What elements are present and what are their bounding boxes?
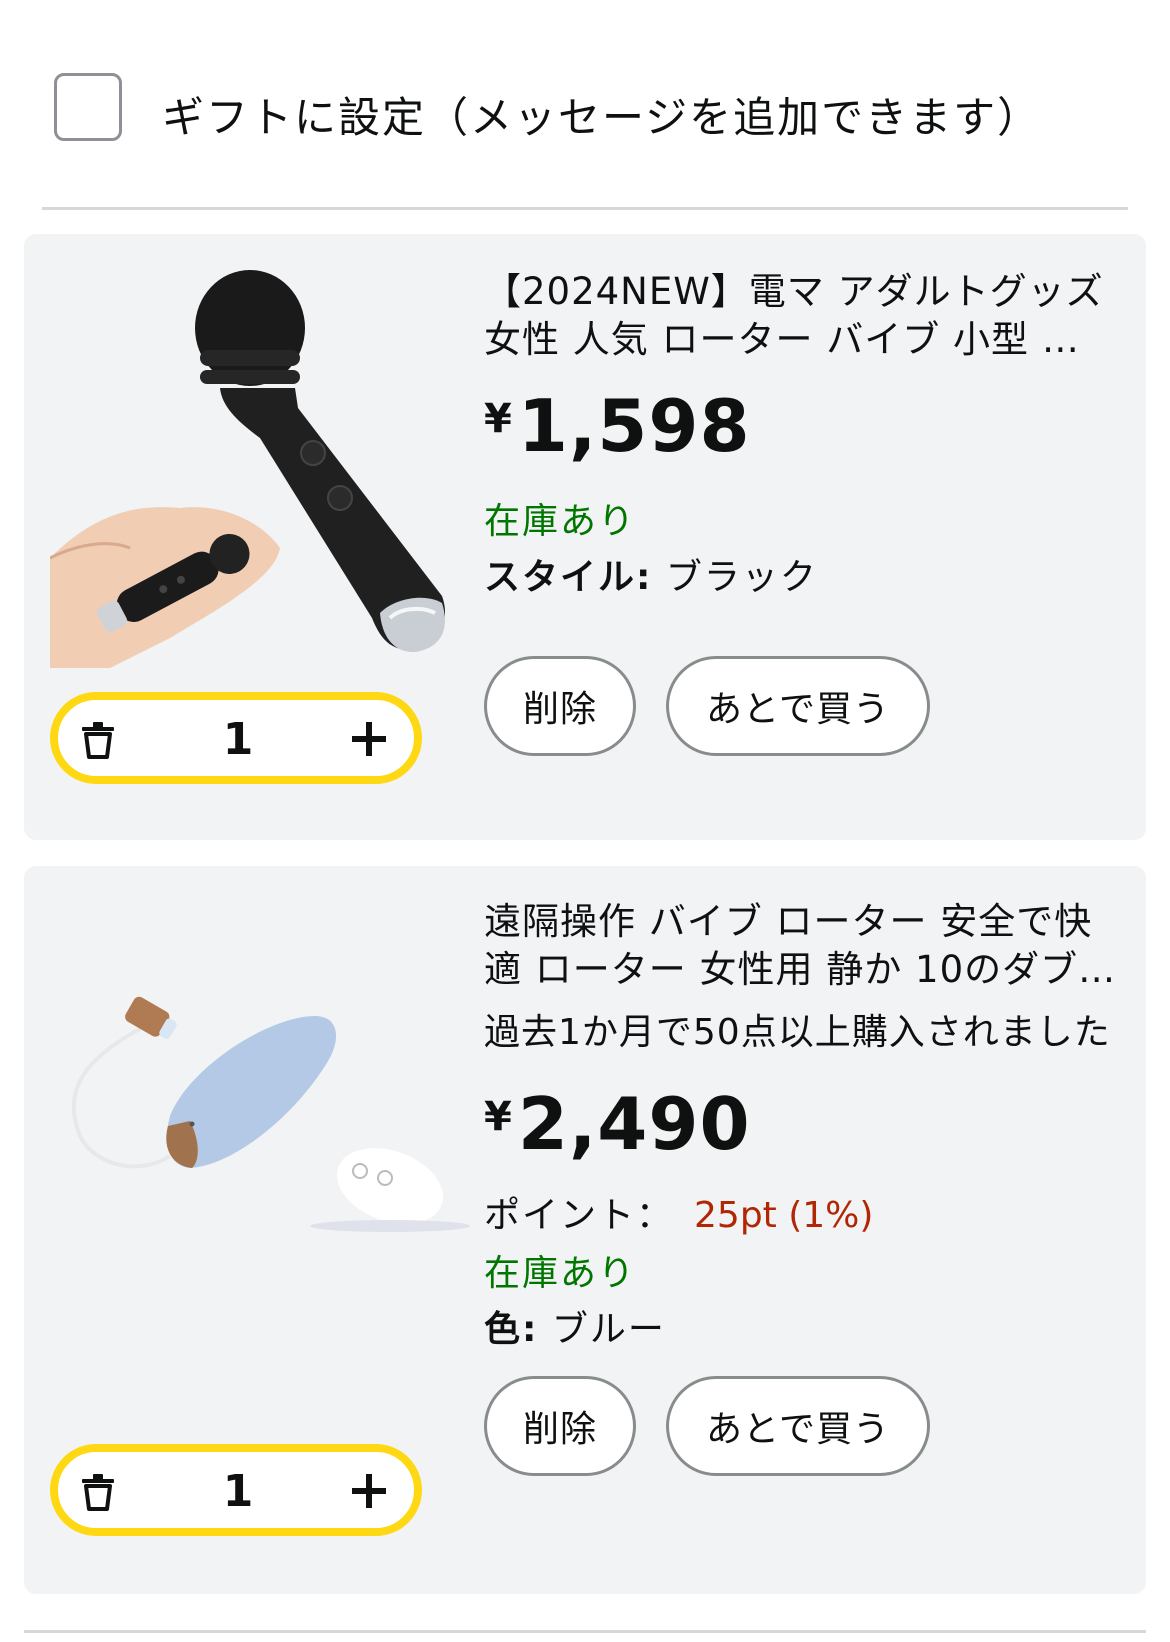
price: ¥ 1,598 — [484, 386, 1116, 470]
item-info: 【2024NEW】電マ アダルトグッズ 女性 人気 ローター バイブ 小型 電動… — [484, 268, 1116, 598]
price-value: 2,490 — [517, 1082, 751, 1166]
delete-button[interactable]: 削除 — [484, 1376, 636, 1476]
delete-button[interactable]: 削除 — [484, 656, 636, 756]
points-value: 25pt (1%) — [694, 1195, 874, 1236]
quantity-value: 1 — [222, 1466, 254, 1517]
variant-label: スタイル: — [484, 557, 653, 598]
egg-vibrator-with-remote-image — [71, 996, 470, 1232]
plus-icon[interactable] — [348, 1470, 390, 1512]
currency-symbol: ¥ — [484, 396, 512, 442]
quantity-stepper[interactable]: 1 — [50, 1444, 422, 1536]
quantity-stepper[interactable]: 1 — [50, 692, 422, 784]
save-for-later-button[interactable]: あとで買う — [666, 1376, 930, 1476]
item-actions: 削除 あとで買う — [484, 656, 930, 756]
variant-value: ブラック — [665, 557, 818, 598]
stock-status: 在庫あり — [484, 1253, 637, 1294]
currency-symbol: ¥ — [484, 1094, 512, 1140]
save-for-later-button[interactable]: あとで買う — [666, 656, 930, 756]
variant: スタイル: ブラック — [484, 548, 1116, 598]
stock-status: 在庫あり — [484, 501, 637, 542]
points-label: ポイント： — [484, 1195, 675, 1236]
wand-massager-image — [49, 270, 446, 668]
gift-option-row[interactable]: ギフトに設定（メッセージを追加できます） — [0, 0, 1170, 210]
divider — [42, 207, 1128, 210]
item-info: 遠隔操作 バイブ ローター 安全で快適 ローター 女性用 静か 10のダブル振動… — [484, 898, 1116, 1350]
price: ¥ 2,490 — [484, 1084, 1116, 1168]
variant-label: 色: — [484, 1309, 539, 1350]
gift-checkbox[interactable] — [54, 73, 122, 141]
product-image[interactable] — [50, 916, 480, 1336]
price-value: 1,598 — [517, 384, 751, 468]
item-actions: 削除 あとで買う — [484, 1376, 930, 1476]
product-title[interactable]: 遠隔操作 バイブ ローター 安全で快適 ローター 女性用 静か 10のダブル振動… — [484, 898, 1116, 994]
cart-item: 1 【2024NEW】電マ アダルトグッズ 女性 人気 ローター バイブ 小型 … — [24, 234, 1146, 840]
trash-icon[interactable] — [78, 1472, 118, 1512]
points: ポイント： 25pt (1%) — [484, 1186, 1116, 1236]
divider — [24, 1630, 1146, 1633]
trash-icon[interactable] — [78, 720, 118, 760]
quantity-value: 1 — [222, 714, 254, 765]
product-title[interactable]: 【2024NEW】電マ アダルトグッズ 女性 人気 ローター バイブ 小型 電動… — [484, 268, 1116, 364]
variant-value: ブルー — [551, 1309, 666, 1350]
product-image[interactable] — [49, 258, 480, 698]
cart-item: 1 遠隔操作 バイブ ローター 安全で快適 ローター 女性用 静か 10のダブル… — [24, 866, 1146, 1594]
bought-count: 過去1か月で50点以上購入されました — [484, 1012, 1111, 1053]
plus-icon[interactable] — [348, 718, 390, 760]
variant: 色: ブルー — [484, 1300, 1116, 1350]
gift-label: ギフトに設定（メッセージを追加できます） — [162, 93, 1042, 142]
